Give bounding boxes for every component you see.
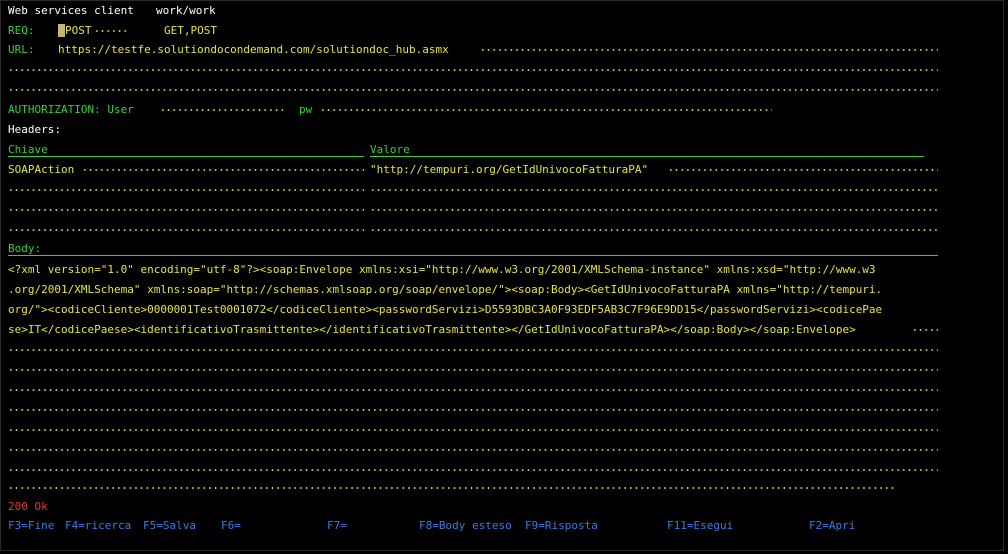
col-value-underline bbox=[370, 156, 924, 157]
body-underline bbox=[8, 255, 938, 256]
body-line-5[interactable] bbox=[8, 349, 938, 351]
header-key-padding bbox=[82, 169, 364, 171]
method-field[interactable]: POST bbox=[65, 24, 92, 38]
body-line-10[interactable] bbox=[8, 449, 938, 451]
col-key-underline bbox=[8, 156, 364, 157]
body-line-8[interactable] bbox=[8, 409, 938, 411]
body-line-9[interactable] bbox=[8, 429, 938, 431]
body-line-4[interactable]: se>IT</codicePaese><identificativoTrasmi… bbox=[8, 323, 856, 337]
header-value-row-3[interactable] bbox=[370, 209, 938, 211]
header-col-key: Chiave bbox=[8, 143, 48, 156]
header-key-row-2[interactable] bbox=[8, 189, 364, 191]
fkey-f4[interactable]: F4=ricerca bbox=[65, 519, 131, 533]
body-line-3[interactable]: org/"><codiceCliente>0000001Test0001072<… bbox=[8, 303, 882, 317]
app-title: Web services client bbox=[8, 4, 134, 17]
url-field-line-3[interactable] bbox=[8, 89, 938, 91]
fkey-f7[interactable]: F7= bbox=[327, 519, 347, 533]
fkey-f2[interactable]: F2=Apri bbox=[809, 519, 855, 533]
fkey-f3[interactable]: F3=Fine bbox=[8, 519, 54, 533]
url-label: URL: bbox=[8, 43, 35, 56]
header-value-row-4[interactable] bbox=[370, 229, 938, 231]
header-col-value: Valore bbox=[370, 143, 410, 156]
header-value-padding bbox=[668, 169, 938, 171]
status-message: 200 Ok bbox=[8, 500, 48, 513]
body-line-4-padding bbox=[912, 329, 938, 331]
url-field-line-2[interactable] bbox=[8, 69, 938, 71]
body-line-12[interactable] bbox=[8, 487, 896, 489]
method-field-padding bbox=[94, 30, 130, 32]
body-label: Body: bbox=[8, 242, 42, 255]
user-field[interactable] bbox=[160, 109, 286, 111]
fkey-f9[interactable]: F9=Risposta bbox=[525, 519, 598, 533]
header-key-row-4[interactable] bbox=[8, 229, 364, 231]
header-value-field[interactable]: "http://tempuri.org/GetIdUnivocoFatturaP… bbox=[370, 163, 648, 177]
fkey-f6[interactable]: F6= bbox=[221, 519, 241, 533]
text-cursor bbox=[58, 24, 65, 37]
header-key-field[interactable]: SOAPAction bbox=[8, 163, 74, 177]
pw-label: pw bbox=[299, 103, 313, 116]
req-label: REQ: bbox=[8, 24, 35, 37]
body-line-7[interactable] bbox=[8, 389, 938, 391]
body-line-11[interactable] bbox=[8, 469, 938, 471]
pw-field[interactable] bbox=[320, 109, 772, 111]
fkey-f5[interactable]: F5=Salva bbox=[143, 519, 196, 533]
method-options: GET,POST bbox=[164, 24, 217, 37]
url-field-padding bbox=[480, 49, 938, 51]
authorization-label: AUTHORIZATION: User bbox=[8, 103, 134, 116]
body-line-6[interactable] bbox=[8, 369, 938, 371]
fkey-f8[interactable]: F8=Body esteso bbox=[419, 519, 512, 533]
url-field[interactable]: https://testfe.solutiondocondemand.com/s… bbox=[58, 43, 449, 57]
body-line-2[interactable]: .org/2001/XMLSchema" xmlns:soap="http://… bbox=[8, 283, 882, 297]
headers-label: Headers: bbox=[8, 123, 61, 136]
app-path: work/work bbox=[156, 4, 216, 17]
terminal-screen: Web services client work/work REQ: POST … bbox=[0, 0, 1008, 554]
header-key-row-3[interactable] bbox=[8, 209, 364, 211]
body-line-1[interactable]: <?xml version="1.0" encoding="utf-8"?><s… bbox=[8, 263, 876, 277]
fkey-f11[interactable]: F11=Esegui bbox=[667, 519, 733, 533]
header-value-row-2[interactable] bbox=[370, 189, 938, 191]
